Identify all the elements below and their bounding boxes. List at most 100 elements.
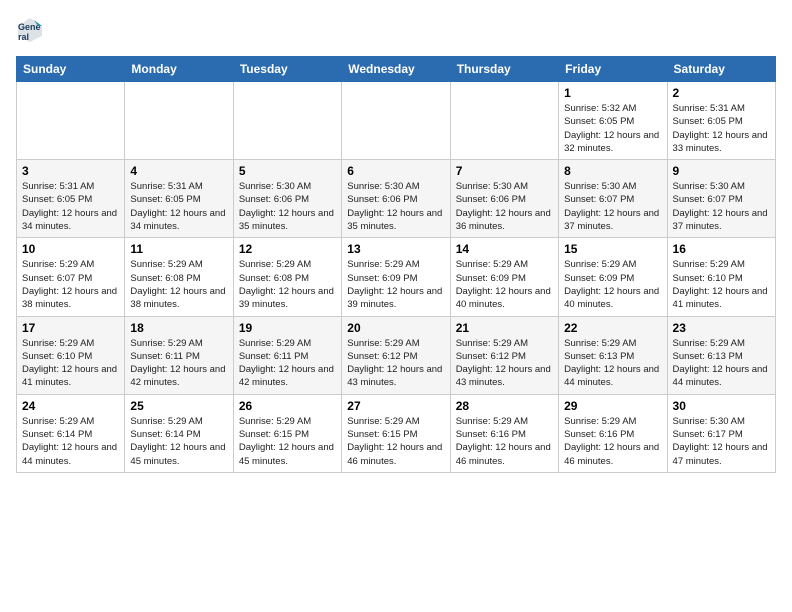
day-number: 30	[673, 399, 770, 413]
day-detail: Sunrise: 5:29 AM Sunset: 6:13 PM Dayligh…	[564, 338, 659, 389]
day-detail: Sunrise: 5:30 AM Sunset: 6:06 PM Dayligh…	[239, 181, 334, 232]
calendar-cell: 28 Sunrise: 5:29 AM Sunset: 6:16 PM Dayli…	[450, 394, 558, 472]
day-number: 22	[564, 321, 661, 335]
day-detail: Sunrise: 5:29 AM Sunset: 6:13 PM Dayligh…	[673, 338, 768, 389]
day-number: 24	[22, 399, 119, 413]
day-detail: Sunrise: 5:30 AM Sunset: 6:06 PM Dayligh…	[347, 181, 442, 232]
calendar-week-row: 17Sunrise: 5:29 AM Sunset: 6:10 PM Dayli…	[17, 316, 776, 394]
day-detail: Sunrise: 5:30 AM Sunset: 6:07 PM Dayligh…	[673, 181, 768, 232]
calendar-cell	[450, 82, 558, 160]
day-number: 1	[564, 86, 661, 100]
day-number: 18	[130, 321, 227, 335]
calendar-cell: 3 Sunrise: 5:31 AM Sunset: 6:05 PM Daylig…	[17, 160, 125, 238]
calendar-cell: 11Sunrise: 5:29 AM Sunset: 6:08 PM Dayli…	[125, 238, 233, 316]
day-detail: Sunrise: 5:31 AM Sunset: 6:05 PM Dayligh…	[130, 181, 225, 232]
weekday-header: Thursday	[450, 57, 558, 82]
logo: Gene ral	[16, 16, 48, 44]
day-number: 23	[673, 321, 770, 335]
svg-text:ral: ral	[18, 32, 29, 42]
day-detail: Sunrise: 5:29 AM Sunset: 6:11 PM Dayligh…	[130, 338, 225, 389]
calendar-cell: 4 Sunrise: 5:31 AM Sunset: 6:05 PM Daylig…	[125, 160, 233, 238]
day-number: 29	[564, 399, 661, 413]
day-number: 9	[673, 164, 770, 178]
calendar-cell	[17, 82, 125, 160]
day-number: 21	[456, 321, 553, 335]
weekday-header: Saturday	[667, 57, 775, 82]
day-detail: Sunrise: 5:32 AM Sunset: 6:05 PM Dayligh…	[564, 103, 659, 154]
day-detail: Sunrise: 5:29 AM Sunset: 6:08 PM Dayligh…	[130, 259, 225, 310]
day-number: 19	[239, 321, 336, 335]
calendar-cell: 14 Sunrise: 5:29 AM Sunset: 6:09 PM Dayli…	[450, 238, 558, 316]
calendar-cell: 5Sunrise: 5:30 AM Sunset: 6:06 PM Daylig…	[233, 160, 341, 238]
day-number: 15	[564, 242, 661, 256]
day-number: 2	[673, 86, 770, 100]
weekday-header: Monday	[125, 57, 233, 82]
calendar-cell: 17Sunrise: 5:29 AM Sunset: 6:10 PM Dayli…	[17, 316, 125, 394]
day-detail: Sunrise: 5:29 AM Sunset: 6:15 PM Dayligh…	[347, 416, 442, 467]
calendar-cell: 20 Sunrise: 5:29 AM Sunset: 6:12 PM Dayli…	[342, 316, 450, 394]
calendar-cell: 1 Sunrise: 5:32 AM Sunset: 6:05 PM Daylig…	[559, 82, 667, 160]
day-number: 13	[347, 242, 444, 256]
calendar-cell: 13 Sunrise: 5:29 AM Sunset: 6:09 PM Dayli…	[342, 238, 450, 316]
calendar-table: SundayMondayTuesdayWednesdayThursdayFrid…	[16, 56, 776, 473]
weekday-header: Friday	[559, 57, 667, 82]
calendar-cell	[125, 82, 233, 160]
calendar-cell: 7 Sunrise: 5:30 AM Sunset: 6:06 PM Daylig…	[450, 160, 558, 238]
day-detail: Sunrise: 5:29 AM Sunset: 6:09 PM Dayligh…	[347, 259, 442, 310]
day-number: 14	[456, 242, 553, 256]
calendar-cell: 18 Sunrise: 5:29 AM Sunset: 6:11 PM Dayli…	[125, 316, 233, 394]
day-detail: Sunrise: 5:29 AM Sunset: 6:09 PM Dayligh…	[564, 259, 659, 310]
calendar-cell: 8Sunrise: 5:30 AM Sunset: 6:07 PM Daylig…	[559, 160, 667, 238]
calendar-cell: 2 Sunrise: 5:31 AM Sunset: 6:05 PM Daylig…	[667, 82, 775, 160]
day-number: 25	[130, 399, 227, 413]
day-detail: Sunrise: 5:29 AM Sunset: 6:10 PM Dayligh…	[673, 259, 768, 310]
page: Gene ral SundayMondayTuesdayWednesdayThu…	[0, 0, 792, 489]
day-number: 20	[347, 321, 444, 335]
day-detail: Sunrise: 5:29 AM Sunset: 6:10 PM Dayligh…	[22, 338, 117, 389]
calendar-cell: 16 Sunrise: 5:29 AM Sunset: 6:10 PM Dayli…	[667, 238, 775, 316]
day-detail: Sunrise: 5:29 AM Sunset: 6:11 PM Dayligh…	[239, 338, 334, 389]
header: Gene ral	[16, 16, 776, 44]
weekday-header-row: SundayMondayTuesdayWednesdayThursdayFrid…	[17, 57, 776, 82]
day-detail: Sunrise: 5:29 AM Sunset: 6:08 PM Dayligh…	[239, 259, 334, 310]
day-detail: Sunrise: 5:29 AM Sunset: 6:15 PM Dayligh…	[239, 416, 334, 467]
day-detail: Sunrise: 5:29 AM Sunset: 6:16 PM Dayligh…	[564, 416, 659, 467]
calendar-cell: 22 Sunrise: 5:29 AM Sunset: 6:13 PM Dayli…	[559, 316, 667, 394]
day-number: 10	[22, 242, 119, 256]
day-detail: Sunrise: 5:30 AM Sunset: 6:17 PM Dayligh…	[673, 416, 768, 467]
calendar-week-row: 10 Sunrise: 5:29 AM Sunset: 6:07 PM Dayli…	[17, 238, 776, 316]
calendar-cell: 9 Sunrise: 5:30 AM Sunset: 6:07 PM Daylig…	[667, 160, 775, 238]
day-number: 8	[564, 164, 661, 178]
day-number: 26	[239, 399, 336, 413]
calendar-cell: 10 Sunrise: 5:29 AM Sunset: 6:07 PM Dayli…	[17, 238, 125, 316]
calendar-cell: 15 Sunrise: 5:29 AM Sunset: 6:09 PM Dayli…	[559, 238, 667, 316]
day-detail: Sunrise: 5:30 AM Sunset: 6:06 PM Dayligh…	[456, 181, 551, 232]
day-number: 3	[22, 164, 119, 178]
calendar-cell: 12 Sunrise: 5:29 AM Sunset: 6:08 PM Dayli…	[233, 238, 341, 316]
logo-icon: Gene ral	[16, 16, 44, 44]
day-number: 4	[130, 164, 227, 178]
calendar-cell: 30 Sunrise: 5:30 AM Sunset: 6:17 PM Dayli…	[667, 394, 775, 472]
calendar-week-row: 24Sunrise: 5:29 AM Sunset: 6:14 PM Dayli…	[17, 394, 776, 472]
calendar-cell: 23 Sunrise: 5:29 AM Sunset: 6:13 PM Dayli…	[667, 316, 775, 394]
calendar-cell	[342, 82, 450, 160]
calendar-cell: 25Sunrise: 5:29 AM Sunset: 6:14 PM Dayli…	[125, 394, 233, 472]
calendar-cell: 21Sunrise: 5:29 AM Sunset: 6:12 PM Dayli…	[450, 316, 558, 394]
day-detail: Sunrise: 5:29 AM Sunset: 6:09 PM Dayligh…	[456, 259, 551, 310]
day-detail: Sunrise: 5:29 AM Sunset: 6:12 PM Dayligh…	[347, 338, 442, 389]
day-number: 16	[673, 242, 770, 256]
calendar-cell	[233, 82, 341, 160]
day-detail: Sunrise: 5:29 AM Sunset: 6:07 PM Dayligh…	[22, 259, 117, 310]
day-number: 27	[347, 399, 444, 413]
day-detail: Sunrise: 5:31 AM Sunset: 6:05 PM Dayligh…	[22, 181, 117, 232]
day-detail: Sunrise: 5:31 AM Sunset: 6:05 PM Dayligh…	[673, 103, 768, 154]
weekday-header: Wednesday	[342, 57, 450, 82]
weekday-header: Sunday	[17, 57, 125, 82]
calendar-cell: 27 Sunrise: 5:29 AM Sunset: 6:15 PM Dayli…	[342, 394, 450, 472]
day-number: 7	[456, 164, 553, 178]
day-number: 28	[456, 399, 553, 413]
day-number: 12	[239, 242, 336, 256]
day-detail: Sunrise: 5:29 AM Sunset: 6:16 PM Dayligh…	[456, 416, 551, 467]
day-number: 6	[347, 164, 444, 178]
calendar-cell: 24Sunrise: 5:29 AM Sunset: 6:14 PM Dayli…	[17, 394, 125, 472]
